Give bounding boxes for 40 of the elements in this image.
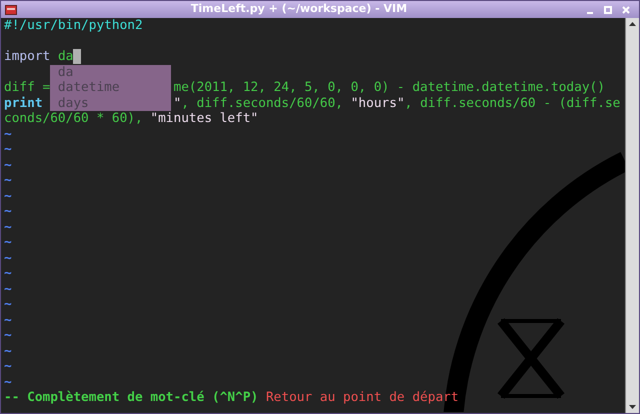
code-token: print bbox=[4, 96, 43, 111]
empty-line-tilde: ~ bbox=[4, 142, 12, 158]
mode-message: -- Complètement de mot-clé (^N^P) bbox=[4, 390, 258, 406]
empty-line-tilde: ~ bbox=[4, 344, 12, 359]
empty-line-tilde: ~ bbox=[4, 374, 12, 390]
string-literal: " bbox=[174, 96, 182, 111]
completion-item[interactable]: days bbox=[50, 96, 172, 111]
empty-line-tilde: ~ bbox=[4, 126, 12, 142]
empty-line-tilde: ~ bbox=[4, 312, 12, 328]
empty-line-tilde: ~ bbox=[4, 235, 12, 250]
maximize-icon[interactable] bbox=[603, 4, 613, 14]
completion-item[interactable]: datetime bbox=[50, 80, 172, 96]
code-token: , diff.seconds/60/60, bbox=[181, 96, 344, 111]
string-literal: "minutes left" bbox=[150, 111, 258, 126]
code-token: conds/60/60 * 60), bbox=[4, 111, 144, 126]
empty-line-tilde: ~ bbox=[4, 220, 12, 235]
close-icon[interactable] bbox=[621, 4, 631, 14]
code-token: da bbox=[58, 49, 74, 64]
string-literal: "hours" bbox=[350, 96, 405, 111]
empty-line-tilde: ~ bbox=[4, 158, 12, 173]
scrollbar[interactable] bbox=[625, 18, 639, 413]
window-menu-icon[interactable] bbox=[5, 4, 17, 14]
empty-line-tilde: ~ bbox=[4, 188, 12, 204]
empty-line-tilde: ~ bbox=[4, 173, 12, 188]
empty-line-tilde: ~ bbox=[4, 297, 12, 312]
empty-line-tilde: ~ bbox=[4, 328, 12, 344]
empty-line-tilde: ~ bbox=[4, 204, 12, 220]
empty-line-tilde: ~ bbox=[4, 282, 12, 297]
window-title: TimeLeft.py + (~/workspace) - VIM bbox=[190, 1, 408, 18]
text-cursor bbox=[73, 49, 82, 64]
code-token: me(2011, 12, 24, 5, 0, 0, 0) - datetime.datetime.today() bbox=[174, 80, 605, 96]
code-token: , diff.seconds/60 - (diff.se bbox=[404, 96, 620, 111]
warning-message: Retour au point de départ bbox=[266, 390, 459, 406]
empty-line-tilde: ~ bbox=[4, 359, 12, 374]
completion-item[interactable]: da bbox=[50, 64, 172, 80]
code-token: diff = bbox=[4, 80, 50, 96]
code-token: #!/usr/bin/python2 bbox=[4, 18, 143, 34]
code-token: import bbox=[4, 49, 50, 64]
empty-line-tilde: ~ bbox=[4, 250, 12, 266]
empty-line-tilde: ~ bbox=[4, 266, 12, 282]
